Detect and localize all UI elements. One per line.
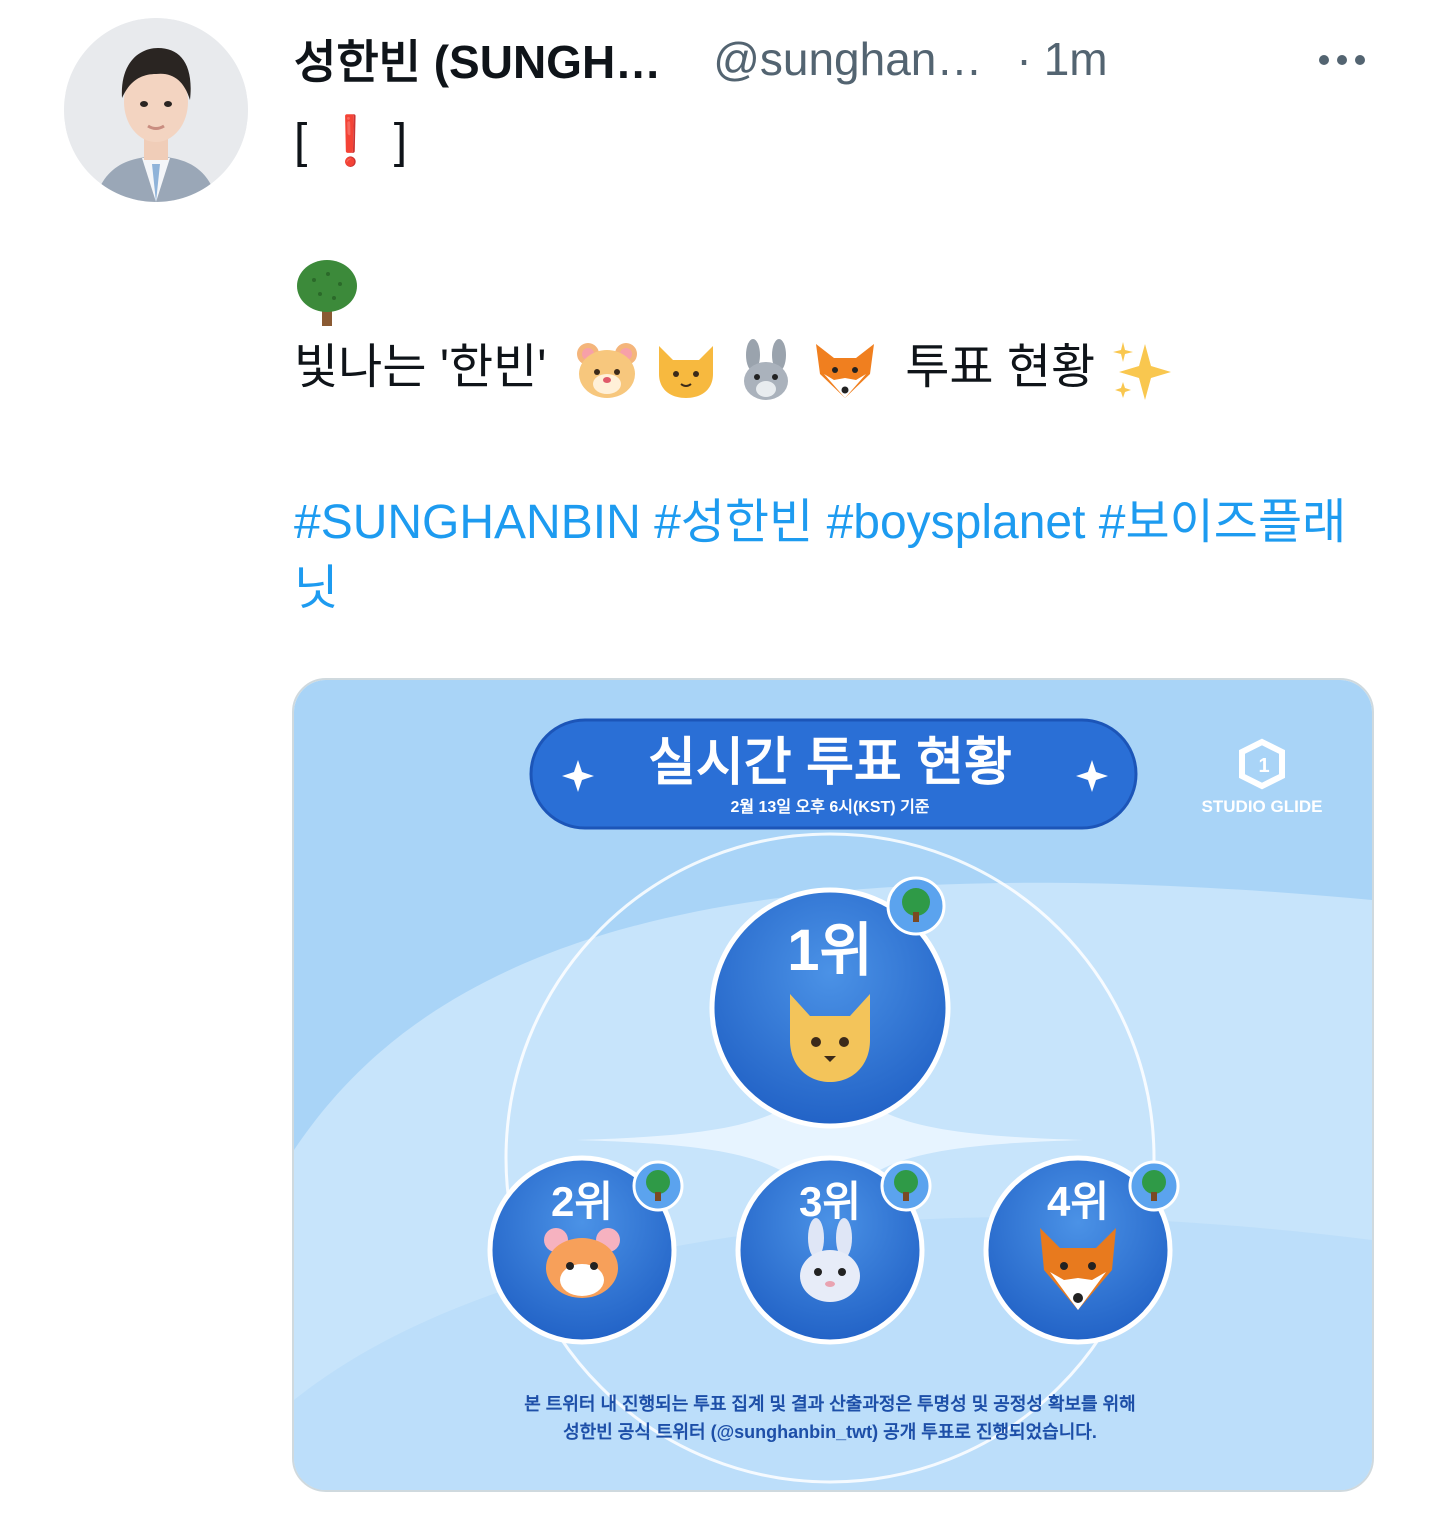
rank-3-label: 3위	[799, 1178, 861, 1225]
rank-2-label: 2위	[551, 1178, 613, 1225]
avatar[interactable]	[64, 18, 248, 202]
tweet-line-3-prefix: 빛나는 '한빈'	[294, 341, 547, 394]
timestamp[interactable]: 1m	[1044, 32, 1108, 86]
footer-line-2: 성한빈 공식 트위터 (@sunghanbin_twt) 공개 투표로 진행되었…	[563, 1422, 1097, 1442]
user-handle[interactable]: @sunghan…	[713, 32, 982, 86]
hashtags[interactable]: #SUNGHANBIN #성한빈 #boysplanet #보이즈플래닛	[294, 490, 1374, 622]
cat-emoji	[659, 346, 714, 399]
tweet-line-3-suffix: 투표 현황	[905, 341, 1096, 394]
more-options-icon[interactable]	[1310, 32, 1374, 88]
card-subtitle: 2월 13일 오후 6시(KST) 기준	[730, 797, 929, 816]
rank-2-hamster-emoji	[544, 1228, 620, 1298]
footer-line-1: 본 트위터 내 진행되는 투표 집계 및 결과 산출과정은 투명성 및 공정성 …	[524, 1394, 1136, 1414]
tweet-line-3: 빛나는 '한빈' 투표 현황	[294, 338, 1173, 402]
display-name[interactable]: 성한빈 (SUNGH…	[294, 26, 661, 92]
fox-emoji	[815, 344, 874, 399]
rank-1-label: 1위	[787, 918, 873, 983]
avatar-image	[64, 18, 248, 202]
tweet-image-card[interactable]: 실시간 투표 현황 2월 13일 오후 6시(KST) 기준 1 STUDIO …	[292, 678, 1374, 1492]
tweet-line-1: [ ❗ ]	[294, 115, 408, 168]
hamster-emoji	[576, 343, 637, 399]
sparkles-emoji	[1112, 342, 1171, 401]
rank-4-label: 4위	[1047, 1178, 1109, 1225]
vote-status-image: 실시간 투표 현황 2월 13일 오후 6시(KST) 기준 1 STUDIO …	[294, 680, 1372, 1490]
tweet-header: 성한빈 (SUNGH… @sunghan… · 1m	[294, 24, 1384, 94]
rabbit-emoji	[743, 339, 788, 401]
card-title: 실시간 투표 현황	[648, 734, 1012, 792]
tree-emoji	[297, 260, 357, 326]
tweet-line-tree	[294, 258, 360, 330]
separator-dot: ·	[1016, 33, 1032, 85]
brand-name: STUDIO GLIDE	[1202, 797, 1323, 816]
svg-text:1: 1	[1258, 755, 1269, 777]
